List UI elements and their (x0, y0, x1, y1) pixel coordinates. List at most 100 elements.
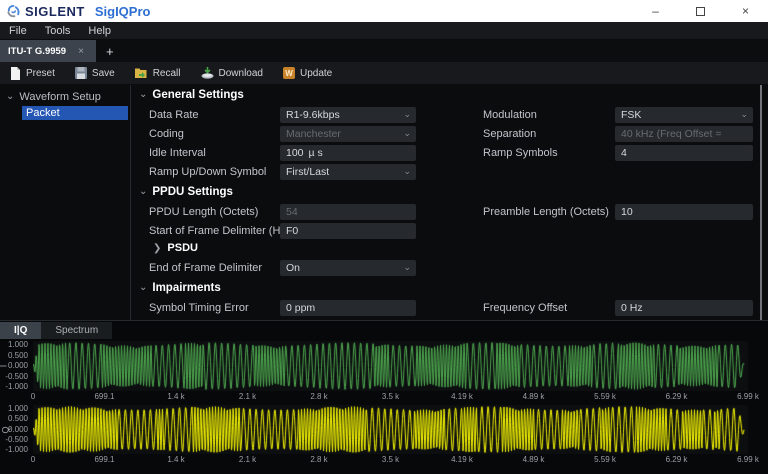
preset-label: Preset (26, 68, 55, 79)
x-tick-label: 5.59 k (594, 455, 616, 464)
tab-iq[interactable]: I|Q (0, 322, 41, 339)
close-button[interactable]: × (723, 0, 768, 22)
recall-button[interactable]: Recall (125, 62, 191, 85)
section-general-settings[interactable]: ⌄ General Settings (139, 89, 244, 101)
idle-interval-label: Idle Interval (149, 145, 206, 161)
chevron-down-icon: ⌄ (403, 164, 411, 179)
x-tick-label: 3.5 k (382, 455, 399, 464)
new-document-icon (10, 67, 21, 80)
ppdu-length-value: 54 (286, 206, 298, 218)
title-bar: SIGLENT SigIQPro – × (0, 0, 768, 22)
update-label: Update (300, 68, 332, 79)
ramp-symbols-input[interactable]: 4 (615, 145, 753, 161)
x-tick-label: 2.8 k (310, 392, 327, 401)
chevron-down-icon: ⌄ (403, 260, 411, 275)
x-tick-label: 1.4 k (167, 392, 184, 401)
chevron-down-icon: ⌄ (740, 107, 748, 122)
eofd-label: End of Frame Delimiter (149, 260, 262, 276)
coding-select: Manchester ⌄ (280, 126, 416, 142)
ppdu-length-field: 54 (280, 204, 416, 220)
chevron-right-icon: ❯ (153, 243, 161, 254)
x-tick-label: 5.59 k (594, 392, 616, 401)
ramp-updown-select[interactable]: First/Last ⌄ (280, 164, 416, 180)
sfd-label: Start of Frame Delimiter (Hex) (149, 223, 296, 239)
section-title: Impairments (152, 282, 220, 294)
y-tick-label: 0.500 (8, 415, 28, 423)
frequency-offset-input[interactable]: 0 Hz (615, 300, 753, 316)
x-tick-label: 6.99 k (737, 455, 759, 464)
document-tab-bar: ITU-T G.9959 × + (0, 40, 768, 62)
chevron-down-icon: ⌄ (139, 284, 147, 292)
preamble-length-input[interactable]: 10 (615, 204, 753, 220)
save-button[interactable]: Save (65, 62, 125, 85)
new-tab-button[interactable]: + (96, 40, 124, 62)
i-waveform-plot: I 1.0000.5000.000-0.500-1.000 (0, 341, 768, 391)
sfd-value: F0 (286, 225, 298, 237)
update-w-icon: W (283, 67, 295, 79)
data-rate-value: R1-9.6kbps (286, 109, 340, 121)
psdu-expander[interactable]: ❯ PSDU (153, 242, 198, 254)
minimize-button[interactable]: – (633, 0, 678, 22)
toolbar: Preset Save Recall Download (0, 62, 768, 85)
sigiqpro-window: SIGLENT SigIQPro – × File Tools Help ITU… (0, 0, 768, 474)
minimize-icon: – (652, 4, 659, 18)
chevron-down-icon: ⌄ (6, 93, 14, 101)
maximize-icon (696, 7, 705, 16)
preset-button[interactable]: Preset (0, 62, 65, 85)
section-impairments[interactable]: ⌄ Impairments (139, 282, 221, 294)
maximize-button[interactable] (678, 0, 723, 22)
siglent-pinwheel-icon (6, 4, 21, 19)
tab-itu-t-g9959[interactable]: ITU-T G.9959 × (0, 40, 96, 62)
menu-tools[interactable]: Tools (36, 22, 80, 40)
y-tick-label: -0.500 (5, 436, 28, 444)
download-icon (201, 67, 214, 79)
waveform-setup-tree: ⌄ Waveform Setup Packet (0, 85, 130, 320)
idle-interval-unit: µ s (309, 147, 323, 159)
x-tick-label: 4.19 k (451, 455, 473, 464)
x-tick-label: 2.1 k (239, 392, 256, 401)
y-tick-label: 1.000 (8, 341, 28, 349)
psdu-label: PSDU (167, 242, 198, 254)
modulation-select[interactable]: FSK ⌄ (615, 107, 753, 123)
chevron-down-icon: ⌄ (139, 91, 147, 99)
menu-help[interactable]: Help (79, 22, 120, 40)
x-tick-label: 2.1 k (239, 455, 256, 464)
preamble-length-value: 10 (621, 206, 633, 218)
i-x-axis: 0699.11.4 k2.1 k2.8 k3.5 k4.19 k4.89 k5.… (33, 392, 748, 401)
symbol-timing-error-input[interactable]: 0 ppm (280, 300, 416, 316)
y-tick-label: 1.000 (8, 405, 28, 413)
q-plot-area (33, 405, 748, 454)
sfd-input[interactable]: F0 (280, 223, 416, 239)
section-ppdu-settings[interactable]: ⌄ PPDU Settings (139, 186, 233, 198)
modulation-label: Modulation (483, 107, 537, 123)
update-button[interactable]: W Update (273, 62, 342, 85)
menu-file[interactable]: File (0, 22, 36, 40)
x-tick-label: 4.19 k (451, 392, 473, 401)
x-tick-label: 0 (31, 392, 35, 401)
data-rate-label: Data Rate (149, 107, 199, 123)
x-tick-label: 699.1 (94, 455, 114, 464)
data-rate-select[interactable]: R1-9.6kbps ⌄ (280, 107, 416, 123)
close-tab-icon[interactable]: × (78, 46, 84, 57)
idle-interval-input[interactable]: 100µ s (280, 145, 416, 161)
i-y-axis: 1.0000.5000.000-0.500-1.000 (0, 341, 30, 391)
separation-label: Separation (483, 126, 536, 142)
x-tick-label: 4.89 k (523, 392, 545, 401)
y-tick-label: 0.000 (8, 362, 28, 370)
download-button[interactable]: Download (191, 62, 273, 85)
tree-node-waveform-setup[interactable]: ⌄ Waveform Setup (0, 85, 130, 103)
folder-open-icon (135, 67, 148, 79)
q-waveform-canvas (33, 405, 748, 454)
x-tick-label: 1.4 k (167, 455, 184, 464)
ppdu-length-label: PPDU Length (Octets) (149, 204, 258, 220)
tab-spectrum[interactable]: Spectrum (41, 322, 112, 339)
eofd-select[interactable]: On ⌄ (280, 260, 416, 276)
x-tick-label: 4.89 k (523, 455, 545, 464)
frequency-offset-value: 0 Hz (621, 302, 643, 314)
tree-root-label: Waveform Setup (19, 91, 101, 103)
tab-label: ITU-T G.9959 (8, 46, 66, 57)
tree-node-packet[interactable]: Packet (22, 106, 128, 120)
y-tick-label: 0.000 (8, 426, 28, 434)
brand-text: SIGLENT (25, 4, 85, 19)
preamble-length-label: Preamble Length (Octets) (483, 204, 609, 220)
